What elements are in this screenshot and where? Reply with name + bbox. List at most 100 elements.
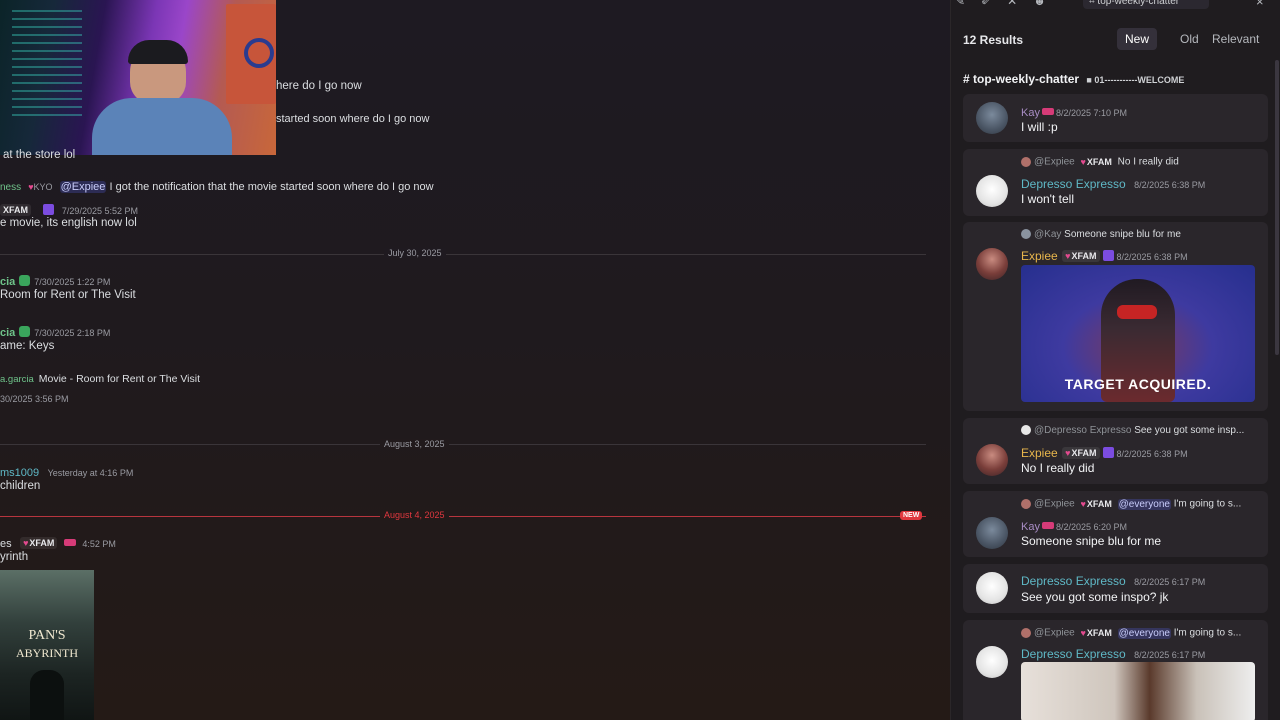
username[interactable]: Expiee: [1021, 249, 1058, 263]
reply-username[interactable]: @Depresso Expresso: [1034, 425, 1131, 436]
message-text: Room for Rent or The Visit: [0, 289, 136, 301]
role-icon: [19, 275, 31, 287]
username[interactable]: ness: [0, 182, 21, 193]
message-text: I won't tell: [1021, 192, 1074, 206]
message-text: Someone snipe blu for me: [1021, 534, 1162, 548]
avatar[interactable]: [976, 444, 1008, 476]
poster-title: PAN'S: [28, 628, 66, 643]
message-text: I will :p: [1021, 120, 1058, 134]
timestamp: 8/2/2025 6:38 PM: [1116, 449, 1188, 459]
reply-preview: @Depresso Expresso See you got some insp…: [1021, 425, 1244, 436]
message-header: cia 7/30/2025 2:18 PM: [0, 323, 110, 341]
badge-icon: [1102, 447, 1114, 459]
username[interactable]: Kay: [1021, 107, 1040, 119]
movie-poster-image[interactable]: PAN'S ABYRINTH: [0, 570, 94, 720]
username[interactable]: Depresso Expresso: [1021, 177, 1126, 191]
notification-icon[interactable]: ✕: [1007, 0, 1033, 8]
timestamp: 30/2025 3:56 PM: [0, 394, 69, 404]
username[interactable]: a.garcia: [0, 374, 34, 385]
username[interactable]: Depresso Expresso: [1021, 647, 1126, 661]
search-result[interactable]: @Expiee ♥XFAM No I really did Depresso E…: [963, 149, 1268, 216]
reply-text: I'm going to s...: [1173, 498, 1242, 510]
threads-icon[interactable]: ✎: [955, 0, 981, 8]
close-icon[interactable]: ×: [1256, 0, 1264, 9]
date-divider: [0, 444, 926, 445]
timestamp: Yesterday at 4:16 PM: [47, 468, 134, 478]
timestamp: 4:52 PM: [82, 539, 116, 549]
date-divider-label: August 4, 2025: [380, 510, 449, 520]
webcam-overlay: [0, 0, 276, 155]
date-divider: [0, 254, 926, 255]
sort-new-button[interactable]: New: [1117, 28, 1158, 50]
username[interactable]: cia: [0, 327, 15, 339]
avatar[interactable]: [976, 517, 1008, 549]
search-results-panel: ✎✐✕☻ ⌗ top-weekly-chatter × 12 Results N…: [950, 0, 1280, 720]
username[interactable]: Depresso Expresso: [1021, 574, 1126, 588]
avatar[interactable]: [976, 102, 1008, 134]
avatar[interactable]: [976, 248, 1008, 280]
role-tag: XFAM: [1086, 628, 1112, 638]
search-input[interactable]: ⌗ top-weekly-chatter: [1083, 0, 1209, 9]
search-result[interactable]: @Expiee ♥XFAM @everyone I'm going to s..…: [963, 491, 1268, 557]
username[interactable]: cia: [0, 276, 15, 288]
reply-username[interactable]: @Expiee: [1034, 157, 1075, 168]
mini-avatar: [1021, 425, 1031, 436]
search-result[interactable]: @Expiee ♥XFAM @everyone I'm going to s..…: [963, 620, 1268, 720]
mini-avatar: [1021, 157, 1031, 167]
mention[interactable]: @Expiee: [59, 181, 107, 193]
message-text: at the store lol: [3, 149, 76, 161]
date-divider-label: July 30, 2025: [384, 248, 446, 258]
username[interactable]: ms1009: [0, 467, 39, 479]
toolbar-icons: ✎✐✕☻: [955, 0, 1062, 8]
timestamp: 7/30/2025 1:22 PM: [34, 277, 111, 287]
reply-preview: @Expiee ♥XFAM @everyone I'm going to s..…: [1021, 627, 1241, 639]
pin-icon[interactable]: ✐: [981, 0, 1007, 8]
badge-icon: [43, 204, 55, 216]
folder-icon: ■: [1086, 75, 1092, 85]
sort-relevant-button[interactable]: Relevant: [1204, 28, 1267, 50]
category-name: 01-----------WELCOME: [1094, 75, 1185, 85]
reply-text: I'm going to s...: [1173, 627, 1242, 639]
mention[interactable]: @everyone: [1117, 498, 1171, 510]
username[interactable]: Expiee: [1021, 446, 1058, 460]
reply-line: ness ♥KYO @Expiee I got the notification…: [0, 181, 434, 193]
timestamp: 7/30/2025 2:18 PM: [34, 328, 111, 338]
mini-avatar: [1021, 229, 1031, 240]
message-text: children: [0, 480, 41, 492]
avatar[interactable]: [976, 175, 1008, 207]
reply-preview: @Expiee ♥XFAM @everyone I'm going to s..…: [1021, 498, 1241, 510]
username[interactable]: es: [0, 538, 12, 550]
reply-username[interactable]: @Kay: [1034, 229, 1061, 240]
sort-old-button[interactable]: Old: [1172, 28, 1207, 50]
gif-attachment[interactable]: TARGET ACQUIRED.: [1021, 265, 1255, 402]
timestamp: 8/2/2025 6:20 PM: [1055, 522, 1128, 532]
channel-header[interactable]: # top-weekly-chatter ■ 01-----------WELC…: [963, 72, 1184, 86]
username[interactable]: Kay: [1021, 521, 1040, 533]
image-attachment[interactable]: [1021, 662, 1255, 720]
message-text: No I really did: [1021, 461, 1095, 475]
search-result[interactable]: @Depresso Expresso See you got some insp…: [963, 418, 1268, 484]
members-icon[interactable]: ☻: [1033, 0, 1062, 8]
mention[interactable]: @everyone: [1117, 627, 1171, 639]
search-result[interactable]: Depresso Expresso 8/2/2025 6:17 PM See y…: [963, 564, 1268, 613]
role-tag: XFAM: [1086, 157, 1112, 167]
reply-preview: @Kay Someone snipe blu for me: [1021, 229, 1181, 240]
avatar[interactable]: [976, 572, 1008, 604]
avatar[interactable]: [976, 646, 1008, 678]
message-text: yrinth: [0, 551, 29, 563]
new-messages-divider: [0, 516, 926, 517]
streamer-cap: [128, 40, 188, 64]
reply-text: Movie - Room for Rent or The Visit: [38, 373, 200, 385]
message-text: e movie, its english now lol: [0, 217, 137, 229]
streamer-shirt: [92, 98, 232, 155]
date-divider-label: August 3, 2025: [380, 439, 449, 449]
reply-username[interactable]: @Expiee: [1034, 499, 1075, 510]
mod-badge: [63, 539, 76, 547]
scrollbar[interactable]: [1275, 60, 1279, 355]
search-result[interactable]: @Kay Someone snipe blu for me Expiee ♥XF…: [963, 222, 1268, 411]
reply-username[interactable]: @Expiee: [1034, 628, 1075, 639]
reply-line: a.garcia Movie - Room for Rent or The Vi…: [0, 373, 200, 385]
search-result[interactable]: Kay 8/2/2025 7:10 PM I will :p: [963, 94, 1268, 142]
mod-badge: [1041, 522, 1054, 530]
timestamp: 7/29/2025 5:52 PM: [61, 206, 138, 216]
